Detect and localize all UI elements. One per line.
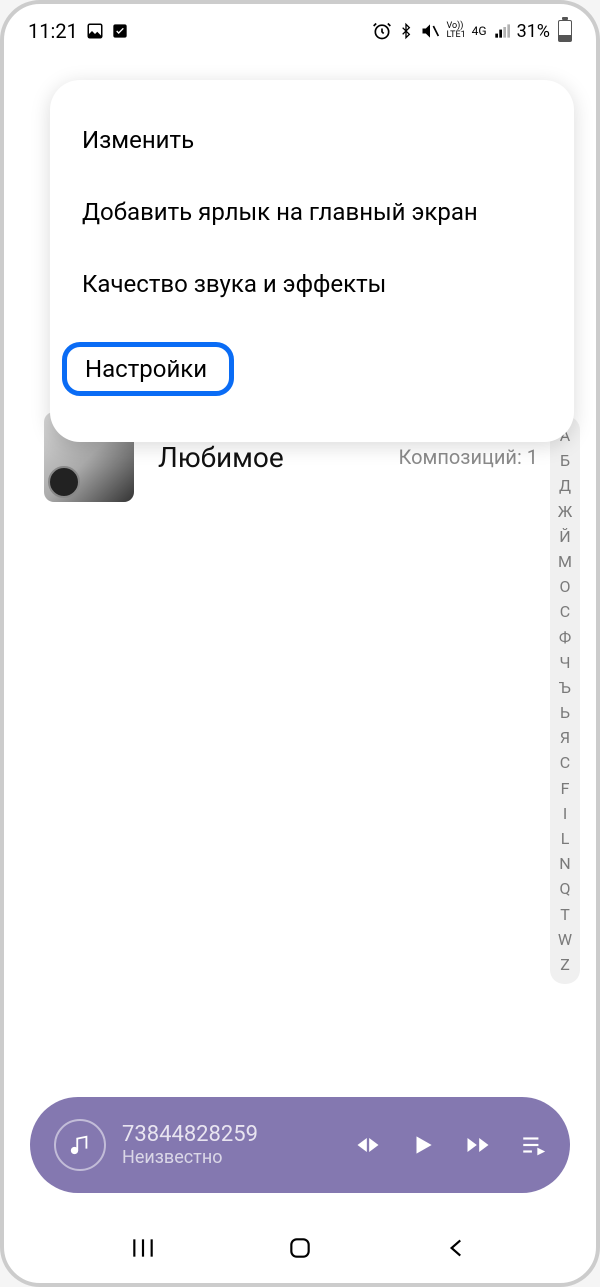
alpha-letter[interactable]: N bbox=[554, 852, 576, 875]
nav-home[interactable] bbox=[260, 1235, 340, 1261]
playlist-count: Композиций: 1 bbox=[399, 445, 538, 469]
battery-icon bbox=[558, 20, 572, 42]
alpha-letter[interactable]: F bbox=[554, 777, 576, 800]
alpha-letter[interactable]: L bbox=[554, 827, 576, 850]
alpha-letter[interactable]: W bbox=[554, 928, 576, 951]
nav-recents[interactable] bbox=[103, 1235, 183, 1261]
menu-item-settings[interactable]: Настройки bbox=[50, 320, 574, 418]
alpha-letter[interactable]: Ъ bbox=[554, 676, 576, 699]
alpha-letter[interactable]: М bbox=[554, 550, 576, 573]
device-frame: 11:21 Vo))LTE1 4G 31% bbox=[0, 0, 600, 1287]
checkbox-icon bbox=[112, 23, 128, 39]
alpha-letter[interactable]: Z bbox=[554, 953, 576, 976]
alpha-index[interactable]: А Б Д Ж Й М О С Ф Ч Ъ Ь Я C F I L N Q T … bbox=[550, 416, 580, 984]
battery-text: 31% bbox=[517, 21, 550, 42]
alpha-letter[interactable]: Ф bbox=[554, 626, 576, 649]
alpha-letter[interactable]: Б bbox=[554, 449, 576, 472]
now-playing-bar[interactable]: 73844828259 Неизвестно bbox=[30, 1097, 570, 1193]
alpha-letter[interactable]: T bbox=[554, 903, 576, 926]
alpha-letter[interactable]: Д bbox=[554, 474, 576, 497]
now-playing-artist: Неизвестно bbox=[122, 1147, 338, 1168]
alarm-icon bbox=[372, 21, 392, 41]
image-icon bbox=[86, 22, 104, 40]
status-bar: 11:21 Vo))LTE1 4G 31% bbox=[4, 4, 596, 52]
alpha-letter[interactable]: C bbox=[554, 751, 576, 774]
alpha-letter[interactable]: Ь bbox=[554, 701, 576, 724]
menu-item-add-shortcut[interactable]: Добавить ярлык на главный экран bbox=[50, 176, 574, 248]
alpha-letter[interactable]: С bbox=[554, 600, 576, 623]
mute-icon bbox=[420, 21, 440, 41]
next-button[interactable] bbox=[464, 1131, 492, 1159]
music-note-icon bbox=[54, 1119, 106, 1171]
play-button[interactable] bbox=[410, 1132, 436, 1158]
nav-bar bbox=[4, 1213, 596, 1283]
alpha-letter[interactable]: Ж bbox=[554, 500, 576, 523]
alpha-letter[interactable]: Q bbox=[554, 877, 576, 900]
volte-label: Vo))LTE1 bbox=[446, 22, 465, 40]
menu-item-edit[interactable]: Изменить bbox=[50, 104, 574, 176]
menu-item-sound-quality[interactable]: Качество звука и эффекты bbox=[50, 248, 574, 320]
playlist-title: Любимое bbox=[158, 441, 375, 474]
alpha-letter[interactable]: I bbox=[554, 802, 576, 825]
alpha-letter[interactable]: Й bbox=[554, 525, 576, 548]
alpha-letter[interactable]: Ч bbox=[554, 651, 576, 674]
alpha-letter[interactable]: О bbox=[554, 575, 576, 598]
queue-button[interactable] bbox=[520, 1132, 546, 1158]
menu-item-label: Качество звука и эффекты bbox=[82, 270, 386, 298]
menu-item-label: Изменить bbox=[82, 126, 194, 154]
bluetooth-icon bbox=[398, 21, 414, 41]
status-time: 11:21 bbox=[28, 19, 78, 43]
network-label: 4G bbox=[472, 24, 487, 38]
overflow-menu: Изменить Добавить ярлык на главный экран… bbox=[50, 80, 574, 442]
menu-item-label: Добавить ярлык на главный экран bbox=[82, 198, 478, 226]
nav-back[interactable] bbox=[417, 1235, 497, 1261]
menu-item-label: Настройки bbox=[85, 355, 207, 383]
signal-icon bbox=[493, 23, 511, 39]
now-playing-title: 73844828259 bbox=[122, 1122, 338, 1147]
alpha-letter[interactable]: Я bbox=[554, 726, 576, 749]
prev-button[interactable] bbox=[354, 1131, 382, 1159]
